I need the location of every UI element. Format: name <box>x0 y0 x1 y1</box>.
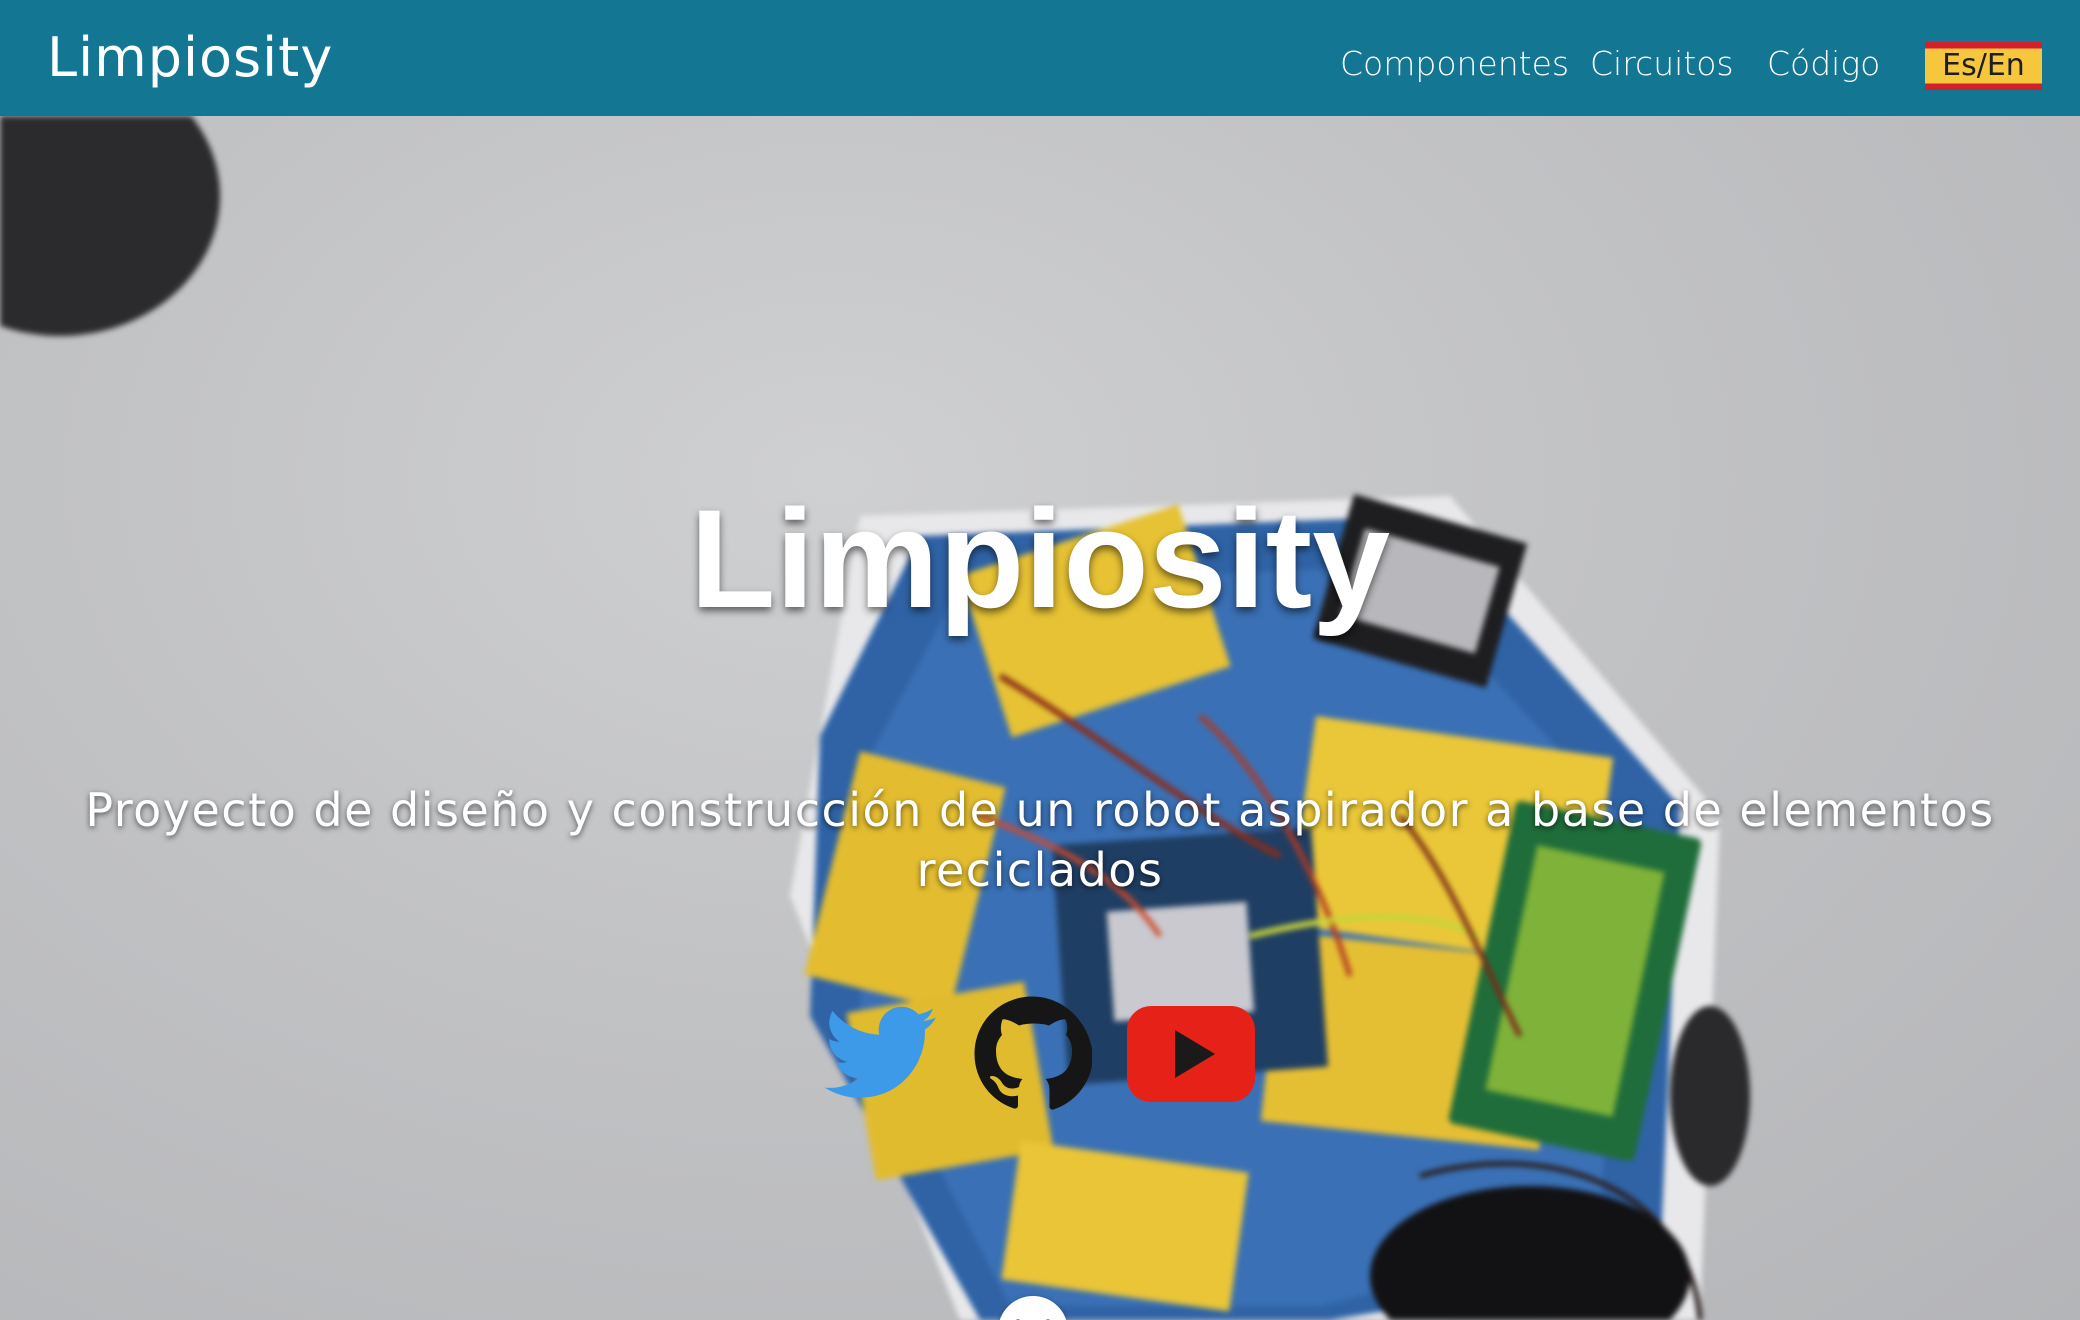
chevron-down-icon <box>1015 1319 1051 1320</box>
hero-section: Limpiosity Proyecto de diseño y construc… <box>0 116 2080 1320</box>
brand-link[interactable]: Limpiosity <box>47 26 333 90</box>
hero-subtitle: Proyecto de diseño y construcción de un … <box>85 783 1995 897</box>
hero-background-image <box>0 116 1750 1320</box>
scroll-down-button[interactable] <box>998 1296 1068 1320</box>
youtube-icon[interactable] <box>1126 1006 1255 1118</box>
nav-link-componentes[interactable]: Componentes <box>1340 44 1569 84</box>
page: Limpiosity Componentes Circuitos Código … <box>0 0 2080 1320</box>
hero-title: Limpiosity <box>689 480 1391 637</box>
language-toggle-button[interactable]: Es/En <box>1925 42 2042 90</box>
nav-link-circuitos[interactable]: Circuitos <box>1590 44 1734 84</box>
top-navbar: Limpiosity Componentes Circuitos Código … <box>0 0 2080 116</box>
github-icon[interactable] <box>972 994 1093 1114</box>
language-toggle-label: Es/En <box>1942 48 2025 83</box>
nav-link-codigo[interactable]: Código <box>1767 44 1880 84</box>
twitter-icon[interactable] <box>818 996 946 1108</box>
